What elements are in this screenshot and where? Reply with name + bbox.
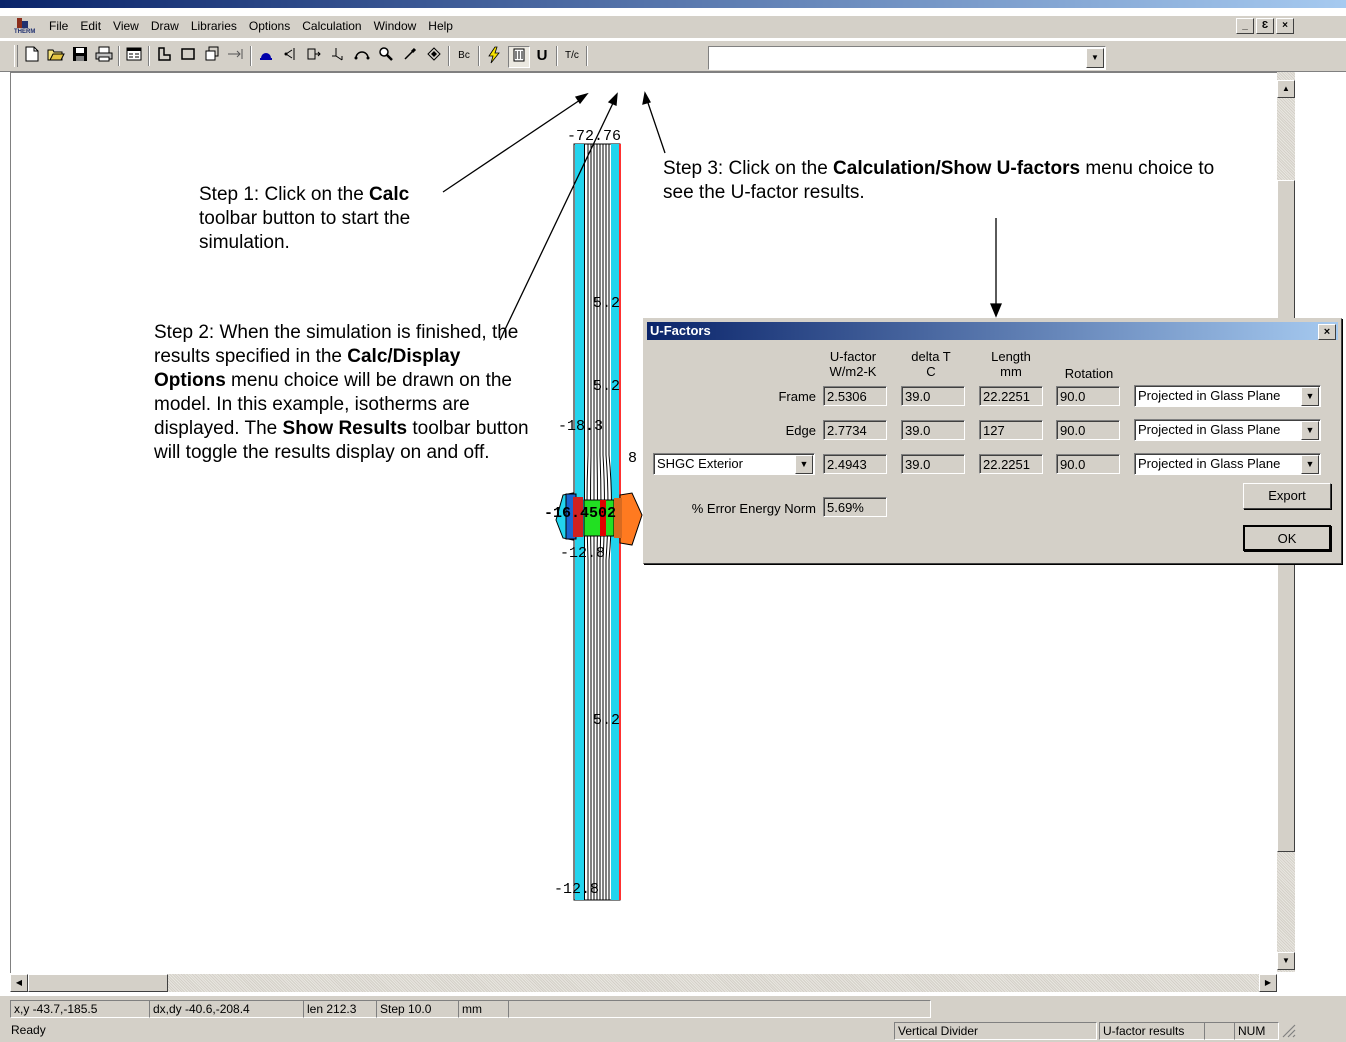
status-ready: Ready [11,1023,46,1037]
row-label-edge: Edge [785,423,816,438]
step3-annotation: Step 3: Click on the Calculation/Show U-… [663,158,1215,203]
dialog-title-bar[interactable]: U-Factors × [647,322,1338,340]
step2-annotation: Step 2: When the simulation is finished,… [154,322,529,463]
step1-annotation: Step 1: Click on the Calc toolbar button… [199,184,411,253]
frame-projection-select[interactable]: Projected in Glass Plane ▼ [1134,385,1321,407]
model-label-lower-mid: 5.2 [593,712,621,729]
scroll-up-icon[interactable]: ▲ [1277,80,1295,98]
error-norm-label: % Error Energy Norm [691,501,816,516]
model-label-top: -72.76 [567,128,622,145]
edge-delta-value: 39.0 [901,420,965,440]
row-label-frame: Frame [778,389,816,404]
chevron-down-icon: ▼ [1301,421,1319,440]
ok-button[interactable]: OK [1243,525,1331,551]
model-label-bottom: -12.8 [554,881,600,898]
frame-delta-value: 39.0 [901,386,965,406]
shgc-length-value: 22.2251 [979,454,1043,474]
scroll-right-icon[interactable]: ▶ [1259,974,1277,992]
shgc-rotation-value: 90.0 [1056,454,1120,474]
model-label-mid: 5.2 [593,378,621,395]
status-step: Step 10.0 [376,1000,459,1018]
glazing-model [555,143,643,901]
edge-ufactor-value: 2.7734 [823,420,887,440]
frame-ufactor-value: 2.5306 [823,386,887,406]
model-label-upper-mid: 5.2 [593,295,621,312]
shgc-ufactor-value: 2.4943 [823,454,887,474]
frame-rotation-value: 90.0 [1056,386,1120,406]
header-rotation: Rotation [1064,366,1114,381]
status-xy: x,y -43.7,-185.5 [10,1000,150,1018]
edge-projection-select[interactable]: Projected in Glass Plane ▼ [1134,419,1321,441]
model-label-right: 8 [628,450,638,467]
dialog-close-button[interactable]: × [1318,324,1336,340]
export-button[interactable]: Export [1243,483,1331,509]
resize-grip-icon[interactable] [1282,1024,1296,1038]
horizontal-scroll-thumb[interactable] [28,974,168,992]
edge-length-value: 127 [979,420,1043,440]
model-label-left: -18.3 [558,418,604,435]
shgc-delta-value: 39.0 [901,454,965,474]
status-caps [1204,1022,1235,1040]
chevron-down-icon: ▼ [1301,387,1319,406]
status-blank [508,1000,931,1018]
error-norm-value: 5.69% [823,497,887,517]
status-units: mm [458,1000,509,1018]
header-length: Length mm [991,349,1031,379]
dialog-title: U-Factors [650,323,711,338]
model-label-lower: -12.8 [560,545,606,562]
status-results: U-factor results [1099,1022,1205,1040]
status-bar: x,y -43.7,-185.5 dx,dy -40.6,-208.4 len … [0,996,1346,1042]
scroll-down-icon[interactable]: ▼ [1277,952,1295,970]
edge-rotation-value: 90.0 [1056,420,1120,440]
header-ufactor: U-factor W/m2-K [829,349,877,379]
horizontal-scrollbar[interactable]: ◀ ▶ [10,974,1277,992]
header-delta-t: delta TC [911,349,951,379]
chevron-down-icon: ▼ [1301,455,1319,474]
shgc-projection-select[interactable]: Projected in Glass Plane ▼ [1134,453,1321,475]
model-label-center: -16.4502 [544,505,617,522]
status-num: NUM [1234,1022,1279,1040]
scroll-left-icon[interactable]: ◀ [10,974,28,992]
shgc-mode-select[interactable]: SHGC Exterior ▼ [653,453,815,475]
annotation-arrows [442,91,1002,341]
chevron-down-icon: ▼ [795,455,813,474]
frame-length-value: 22.2251 [979,386,1043,406]
status-mode: Vertical Divider [894,1022,1097,1040]
u-factors-dialog: U-Factors × U-factor W/m2-K delta TC Leng… [643,318,1342,564]
status-dxdy: dx,dy -40.6,-208.4 [149,1000,304,1018]
status-length: len 212.3 [303,1000,377,1018]
